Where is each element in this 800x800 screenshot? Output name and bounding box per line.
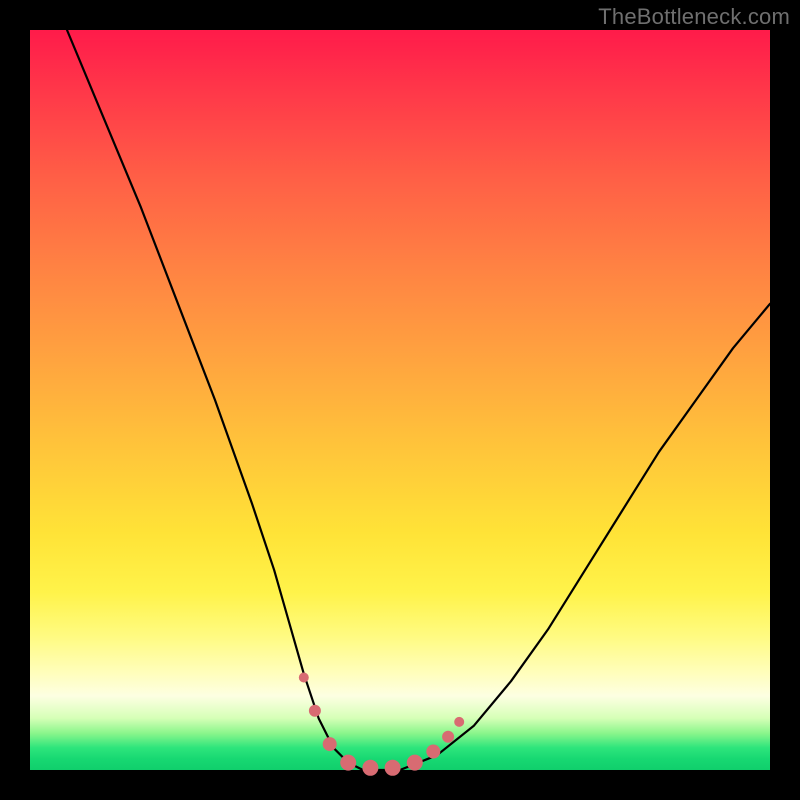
- highlight-dots: [299, 673, 464, 776]
- watermark-text: TheBottleneck.com: [598, 4, 790, 30]
- bottleneck-curve: [67, 30, 770, 770]
- plot-area: [30, 30, 770, 770]
- curve-layer: [30, 30, 770, 770]
- chart-frame: TheBottleneck.com: [0, 0, 800, 800]
